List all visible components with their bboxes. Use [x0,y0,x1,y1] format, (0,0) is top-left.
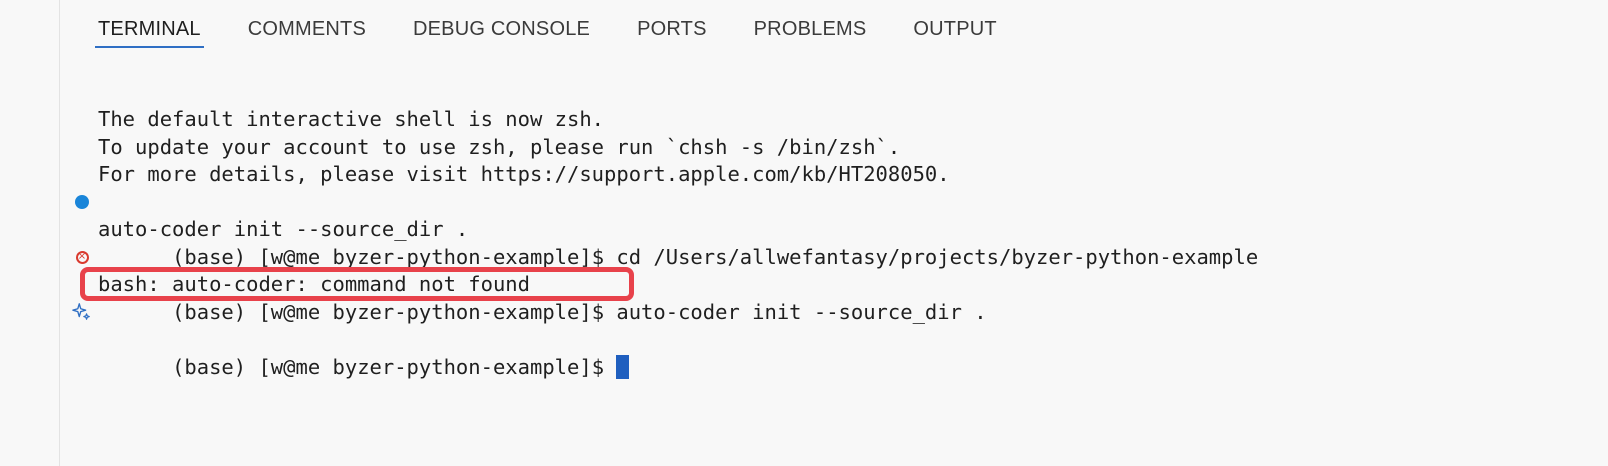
terminal-command-line: (base) [w@me byzer-python-example]$ cd /… [0,189,1560,269]
tab-debug-console[interactable]: DEBUG CONSOLE [413,18,590,51]
tab-comments[interactable]: COMMENTS [248,18,366,51]
terminal-line: The default interactive shell is now zsh… [98,107,605,131]
sparkle-button[interactable] [72,299,92,327]
terminal-error-line: bash: auto-coder: command not found [98,272,530,296]
success-dot-icon [75,195,89,210]
command-success-icon[interactable] [72,189,92,217]
terminal-line: For more details, please visit https://s… [98,162,950,186]
tab-problems[interactable]: PROBLEMS [754,18,867,51]
terminal-prompt-line[interactable]: (base) [w@me byzer-python-example]$ [0,299,1560,379]
terminal-line: To update your account to use zsh, pleas… [98,134,901,159]
terminal-line: auto-coder init --source_dir . [98,217,469,241]
terminal-panel: TERMINAL COMMENTS DEBUG CONSOLE PORTS PR… [0,0,1608,466]
error-circle-icon: × [75,250,89,264]
sparkle-icon [72,303,90,321]
command-error-icon[interactable]: × [72,244,92,272]
panel-tabs: TERMINAL COMMENTS DEBUG CONSOLE PORTS PR… [95,18,1044,58]
terminal-output[interactable]: The default interactive shell is now zsh… [0,106,1560,379]
terminal-prompt: (base) [w@me byzer-python-example]$ [172,354,617,379]
tab-ports[interactable]: PORTS [637,18,707,51]
tab-output[interactable]: OUTPUT [913,18,996,51]
terminal-cursor [616,354,630,379]
terminal-command-line: × (base) [w@me byzer-python-example]$ au… [0,244,1560,324]
tab-terminal[interactable]: TERMINAL [95,18,204,51]
